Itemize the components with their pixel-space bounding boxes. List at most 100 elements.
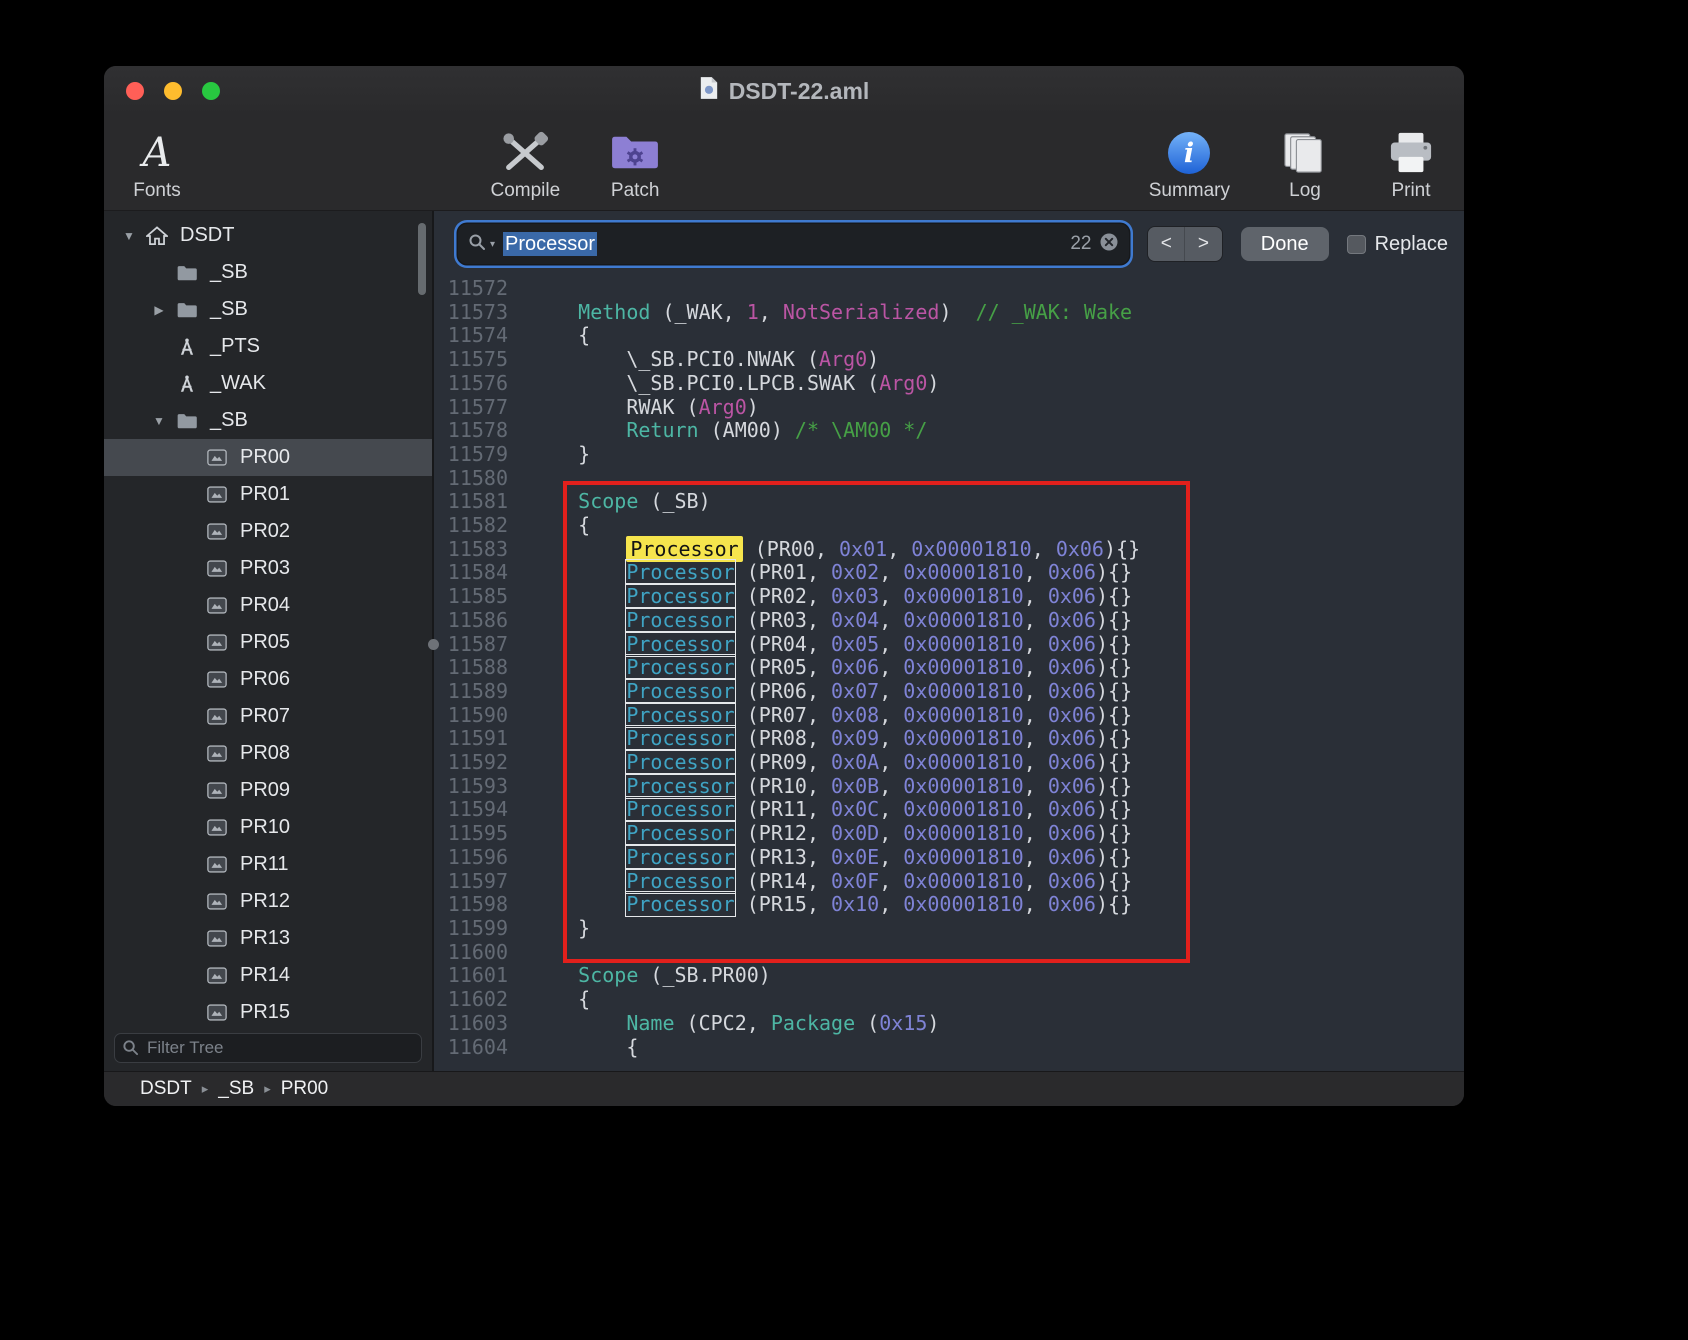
code-token: (PR05, bbox=[735, 655, 831, 679]
code-token bbox=[530, 560, 626, 584]
code-token: ){} bbox=[1104, 537, 1140, 561]
breadcrumb-item-sb[interactable]: _SB bbox=[218, 1078, 254, 1100]
find-bar: ▾ Processor 22 < > Done Replace bbox=[434, 211, 1464, 277]
code-token: (PR01, bbox=[735, 560, 831, 584]
breadcrumb-separator-icon: ▸ bbox=[264, 1081, 271, 1097]
tree-item-pr05[interactable]: PR05 bbox=[104, 624, 432, 661]
code-line: 11578 Return (AM00) /* \AM00 */ bbox=[434, 419, 1464, 443]
code-token: 0x04 bbox=[831, 608, 879, 632]
zoom-button[interactable] bbox=[202, 82, 220, 100]
line-content: Processor (PR03, 0x04, 0x00001810, 0x06)… bbox=[522, 609, 1132, 633]
patch-icon bbox=[608, 128, 662, 178]
tree-item-pr10[interactable]: PR10 bbox=[104, 809, 432, 846]
search-options-chevron-icon[interactable]: ▾ bbox=[490, 239, 495, 250]
compile-button[interactable]: Compile bbox=[491, 128, 561, 202]
code-token: , bbox=[1024, 703, 1048, 727]
tree-item-sb-sb[interactable]: ▼_SB bbox=[104, 402, 432, 439]
code-token: Method bbox=[578, 300, 650, 324]
code-token: (_SB) bbox=[638, 489, 710, 513]
patch-button[interactable]: Patch bbox=[604, 128, 666, 202]
window-title: DSDT-22.aml bbox=[699, 76, 870, 106]
log-icon bbox=[1280, 128, 1330, 178]
minimize-button[interactable] bbox=[164, 82, 182, 100]
code-line: 11596 Processor (PR13, 0x0E, 0x00001810,… bbox=[434, 846, 1464, 870]
line-number: 11599 bbox=[434, 917, 522, 941]
tree-item-sb-sb[interactable]: ▶_SB bbox=[104, 291, 432, 328]
tree-item-pr04[interactable]: PR04 bbox=[104, 587, 432, 624]
tree-item-label: PR01 bbox=[240, 483, 290, 506]
find-input[interactable]: ▾ Processor 22 bbox=[458, 224, 1129, 264]
code-token: , bbox=[879, 821, 903, 845]
line-number: 11587 bbox=[434, 633, 522, 657]
tree-item-sb-pts[interactable]: _PTS bbox=[104, 328, 432, 365]
code-token: } bbox=[530, 916, 590, 940]
code-token bbox=[530, 869, 626, 893]
line-number: 11590 bbox=[434, 704, 522, 728]
code-line: 11594 Processor (PR11, 0x0C, 0x00001810,… bbox=[434, 798, 1464, 822]
split-handle[interactable] bbox=[428, 639, 439, 650]
titlebar[interactable]: DSDT-22.aml bbox=[104, 66, 1464, 116]
find-nav-group: < > bbox=[1147, 226, 1222, 262]
disclosure-down-icon[interactable]: ▼ bbox=[144, 414, 174, 428]
tree-item-pr00[interactable]: PR00 bbox=[104, 439, 432, 476]
code-token: { bbox=[530, 1035, 638, 1059]
tree-item-pr14[interactable]: PR14 bbox=[104, 957, 432, 994]
tree-item-sb-sb[interactable]: _SB bbox=[104, 254, 432, 291]
line-number: 11585 bbox=[434, 585, 522, 609]
filter-tree-input[interactable] bbox=[114, 1033, 422, 1063]
tree-item-pr02[interactable]: PR02 bbox=[104, 513, 432, 550]
tree-item-sb-wak[interactable]: _WAK bbox=[104, 365, 432, 402]
line-content: Return (AM00) /* \AM00 */ bbox=[522, 419, 927, 443]
tree-item-dsdt[interactable]: ▼DSDT bbox=[104, 217, 432, 254]
code-line: 11597 Processor (PR14, 0x0F, 0x00001810,… bbox=[434, 870, 1464, 894]
close-button[interactable] bbox=[126, 82, 144, 100]
tree-item-pr11[interactable]: PR11 bbox=[104, 846, 432, 883]
tree-item-pr12[interactable]: PR12 bbox=[104, 883, 432, 920]
code-token: , bbox=[879, 608, 903, 632]
line-content: Scope (_SB) bbox=[522, 490, 711, 514]
tree-item-pr01[interactable]: PR01 bbox=[104, 476, 432, 513]
breadcrumb-item-pr00[interactable]: PR00 bbox=[281, 1078, 329, 1100]
fonts-button[interactable]: A Fonts bbox=[126, 128, 188, 202]
code-token: ) bbox=[939, 300, 975, 324]
done-button[interactable]: Done bbox=[1241, 227, 1329, 261]
code-line: 11579 } bbox=[434, 443, 1464, 467]
tree-item-pr08[interactable]: PR08 bbox=[104, 735, 432, 772]
find-next-button[interactable]: > bbox=[1185, 227, 1222, 261]
node-icon bbox=[204, 449, 230, 466]
print-button[interactable]: Print bbox=[1380, 128, 1442, 202]
sidebar-scrollbar[interactable] bbox=[418, 223, 426, 295]
tree-item-pr06[interactable]: PR06 bbox=[104, 661, 432, 698]
find-match: Processor bbox=[626, 774, 734, 798]
tree-item-pr03[interactable]: PR03 bbox=[104, 550, 432, 587]
line-number: 11579 bbox=[434, 443, 522, 467]
tree-item-pr07[interactable]: PR07 bbox=[104, 698, 432, 735]
clear-search-icon[interactable] bbox=[1099, 232, 1119, 257]
line-number: 11574 bbox=[434, 324, 522, 348]
code-token: (PR13, bbox=[735, 845, 831, 869]
code-area[interactable]: 1157211573 Method (_WAK, 1, NotSerialize… bbox=[434, 277, 1464, 1071]
breadcrumb-item-dsdt[interactable]: DSDT bbox=[140, 1078, 192, 1100]
tree-item-label: PR07 bbox=[240, 705, 290, 728]
replace-toggle[interactable]: Replace bbox=[1347, 233, 1448, 256]
tree-item-pr13[interactable]: PR13 bbox=[104, 920, 432, 957]
code-token: /* \AM00 */ bbox=[795, 418, 927, 442]
code-token: ){} bbox=[1096, 750, 1132, 774]
code-line: 11599 } bbox=[434, 917, 1464, 941]
code-token: , bbox=[879, 869, 903, 893]
tree-item-pr09[interactable]: PR09 bbox=[104, 772, 432, 809]
line-number: 11595 bbox=[434, 822, 522, 846]
line-number: 11589 bbox=[434, 680, 522, 704]
disclosure-down-icon[interactable]: ▼ bbox=[114, 229, 144, 243]
line-content: } bbox=[522, 443, 590, 467]
line-number: 11603 bbox=[434, 1012, 522, 1036]
tree-item-pr15[interactable]: PR15 bbox=[104, 994, 432, 1025]
disclosure-right-icon[interactable]: ▶ bbox=[144, 303, 174, 317]
summary-button[interactable]: i Summary bbox=[1149, 128, 1230, 202]
find-previous-button[interactable]: < bbox=[1148, 227, 1185, 261]
replace-checkbox[interactable] bbox=[1347, 235, 1366, 254]
code-token: ){} bbox=[1096, 892, 1132, 916]
svg-text:i: i bbox=[1184, 138, 1194, 169]
code-line: 11595 Processor (PR12, 0x0D, 0x00001810,… bbox=[434, 822, 1464, 846]
log-button[interactable]: Log bbox=[1274, 128, 1336, 202]
